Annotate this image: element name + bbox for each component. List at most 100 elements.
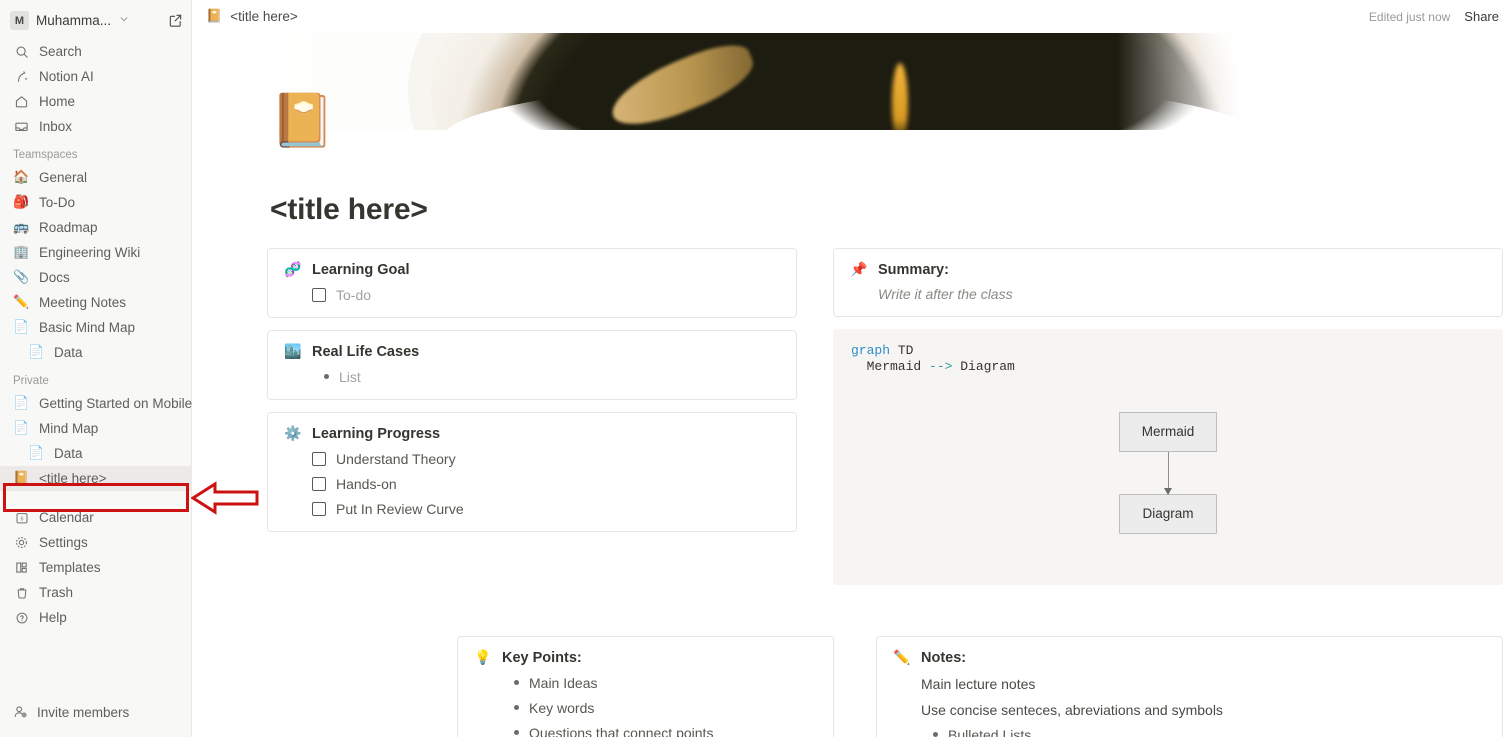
bullet-label: Key words <box>529 700 595 716</box>
page-icon[interactable]: 📔 <box>270 95 335 147</box>
gear-emoji-icon: ⚙️ <box>284 426 302 442</box>
todo-label: Hands-on <box>336 476 397 492</box>
page-emoji-icon: 📄 <box>28 345 45 360</box>
sidebar-item-basic-mind-map[interactable]: 📄 Basic Mind Map <box>0 315 191 340</box>
sidebar-item-trash[interactable]: Trash <box>0 580 191 605</box>
sidebar-item-data-teamspace[interactable]: 📄 Data <box>0 340 191 365</box>
sidebar-item-label: Meeting Notes <box>39 295 127 310</box>
bullet-label: Bulleted Lists <box>948 727 1032 737</box>
todo-item[interactable]: Understand Theory <box>312 451 780 467</box>
sidebar-item-label: Mind Map <box>39 421 99 436</box>
top-columns: 🧬 Learning Goal To-do 🏙️ Real Life Cases <box>267 248 1503 585</box>
card-title: Learning Goal <box>312 262 410 278</box>
sidebar-item-docs[interactable]: 📎 Docs <box>0 265 191 290</box>
sidebar-item-templates[interactable]: Templates <box>0 555 191 580</box>
checkbox-icon[interactable] <box>312 288 326 302</box>
sidebar-item-notion-ai[interactable]: Notion AI <box>0 64 191 89</box>
teamspaces-list: 🏠 General 🎒 To-Do 🚌 Roadmap 🏢 Engineerin… <box>0 165 191 365</box>
code-line-2: Mermaid --> Diagram <box>851 359 1485 375</box>
help-circle-icon <box>13 609 30 626</box>
diagram-arrow-icon <box>1164 451 1172 495</box>
checkbox-icon[interactable] <box>312 452 326 466</box>
card-title: Notes: <box>921 650 967 666</box>
workspace-avatar: M <box>10 11 29 30</box>
summary-placeholder[interactable]: Write it after the class <box>878 286 1486 302</box>
bullet-label: List <box>339 369 361 385</box>
code-keyword: graph <box>851 343 891 358</box>
notebook-emoji-icon: 📔 <box>13 471 30 486</box>
sidebar-item-to-do[interactable]: 🎒 To-Do <box>0 190 191 215</box>
sidebar-item-roadmap[interactable]: 🚌 Roadmap <box>0 215 191 240</box>
code-node-from: Mermaid <box>851 359 930 375</box>
breadcrumb-label: <title here> <box>230 9 298 24</box>
workspace-switcher[interactable]: M Muhamma... <box>0 5 191 36</box>
list-item[interactable]: Questions that connect points <box>514 725 817 737</box>
sidebar-item-label: Basic Mind Map <box>39 320 136 335</box>
bullet-icon <box>324 374 329 379</box>
sidebar-item-settings[interactable]: Settings <box>0 530 191 555</box>
sidebar-item-engineering-wiki[interactable]: 🏢 Engineering Wiki <box>0 240 191 265</box>
annotation-left-arrow-icon <box>191 481 259 515</box>
card-header: 💡 Key Points: <box>474 650 817 666</box>
lightbulb-emoji-icon: 💡 <box>474 650 492 666</box>
sidebar-item-label: Docs <box>39 270 70 285</box>
sidebar-item-calendar[interactable]: 6 Calendar <box>0 505 191 530</box>
page-title[interactable]: <title here> <box>270 193 428 227</box>
code-arrow: --> <box>929 359 953 375</box>
search-icon <box>13 43 30 60</box>
list-item[interactable]: Bulleted Lists <box>933 727 1486 737</box>
mermaid-code-block[interactable]: graph TD Mermaid --> Diagram Mermaid Dia… <box>833 329 1503 585</box>
sidebar-item-label: Search <box>39 44 82 59</box>
sidebar-item-label: General <box>39 170 88 185</box>
sidebar: M Muhamma... Search Notion AI Home Inbox… <box>0 0 192 737</box>
todo-item[interactable]: To-do <box>312 287 780 303</box>
sidebar-item-data-private[interactable]: 📄 Data <box>0 441 191 466</box>
sidebar-item-home[interactable]: Home <box>0 89 191 114</box>
page-emoji-icon: 📄 <box>13 396 30 411</box>
notes-line[interactable]: Main lecture notes <box>921 676 1486 692</box>
mermaid-diagram: Mermaid Diagram <box>851 411 1485 534</box>
checkbox-icon[interactable] <box>312 477 326 491</box>
list-item[interactable]: Main Ideas <box>514 675 817 691</box>
sidebar-item-label: Inbox <box>39 119 73 134</box>
private-section-label: Private <box>13 375 49 387</box>
bullet-icon <box>514 705 519 710</box>
share-button[interactable]: Share <box>1464 9 1499 24</box>
notion-app-window: M Muhamma... Search Notion AI Home Inbox… <box>0 0 1511 737</box>
list-item[interactable]: Key words <box>514 700 817 716</box>
private-list: 📄 Getting Started on Mobile 📄 Mind Map 📄… <box>0 391 193 491</box>
edit-square-icon[interactable] <box>168 13 183 28</box>
card-title: Learning Progress <box>312 426 441 442</box>
todo-label: To-do <box>336 287 372 303</box>
sidebar-item-inbox[interactable]: Inbox <box>0 114 191 139</box>
diagram-node-from: Mermaid <box>1119 411 1217 452</box>
sidebar-item-label: Data <box>54 345 83 360</box>
todo-item[interactable]: Hands-on <box>312 476 780 492</box>
notes-line[interactable]: Use concise senteces, abreviations and s… <box>921 702 1486 718</box>
breadcrumb[interactable]: 📔 <title here> <box>206 9 298 24</box>
sidebar-item-label: Home <box>39 94 76 109</box>
bus-emoji-icon: 🚌 <box>13 220 30 235</box>
add-user-icon <box>13 704 28 722</box>
sidebar-item-getting-started-on-mobile[interactable]: 📄 Getting Started on Mobile <box>0 391 193 416</box>
sidebar-item-label: Roadmap <box>39 220 98 235</box>
todo-label: Put In Review Curve <box>336 501 464 517</box>
sidebar-item-meeting-notes[interactable]: ✏️ Meeting Notes <box>0 290 191 315</box>
todo-item[interactable]: Put In Review Curve <box>312 501 780 517</box>
sidebar-item-label: Settings <box>39 535 88 550</box>
building-emoji-icon: 🏢 <box>13 245 30 260</box>
inbox-icon <box>13 118 30 135</box>
sidebar-item-title-here[interactable]: 📔 <title here> <box>0 466 191 491</box>
sidebar-item-help[interactable]: Help <box>0 605 191 630</box>
gear-icon <box>13 534 30 551</box>
checkbox-icon[interactable] <box>312 502 326 516</box>
calendar-icon: 6 <box>13 509 30 526</box>
sidebar-item-search[interactable]: Search <box>0 39 191 64</box>
card-title: Key Points: <box>502 650 582 666</box>
sidebar-item-mind-map[interactable]: 📄 Mind Map <box>0 416 191 441</box>
list-item[interactable]: List <box>324 369 780 385</box>
svg-text:6: 6 <box>20 516 23 522</box>
sidebar-item-general[interactable]: 🏠 General <box>0 165 191 190</box>
invite-members-button[interactable]: Invite members <box>0 700 191 725</box>
sidebar-item-label: Getting Started on Mobile <box>39 396 193 411</box>
